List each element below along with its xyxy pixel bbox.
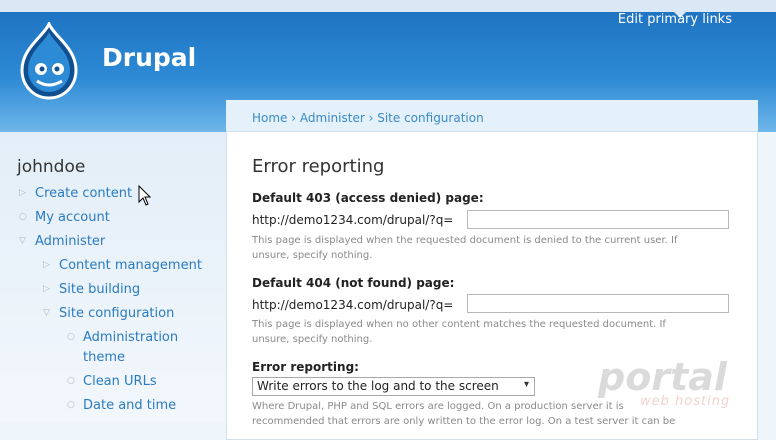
- breadcrumb-separator: ›: [291, 111, 297, 125]
- error-reporting-selected-value: Write errors to the log and to the scree…: [257, 379, 499, 393]
- sidebar-item-administer[interactable]: Administer: [35, 234, 105, 249]
- leaf-circle-icon: ○: [67, 332, 75, 342]
- error-reporting-label: Error reporting:: [252, 360, 359, 374]
- sidebar-item-administration-theme[interactable]: Administration: [83, 330, 178, 345]
- collapsed-triangle-icon: ▷: [43, 260, 50, 270]
- top-strip: [0, 0, 776, 12]
- mouse-pointer-icon: [138, 185, 152, 206]
- sidebar-item-content-management[interactable]: Content management: [59, 258, 202, 273]
- leaf-circle-icon: ○: [19, 212, 27, 222]
- sidebar-item-site-building[interactable]: Site building: [59, 282, 140, 297]
- default-404-description: This page is displayed when no other con…: [252, 319, 666, 345]
- portal-watermark-subtitle: web hosting: [640, 394, 731, 409]
- error-reporting-select[interactable]: Write errors to the log and to the scree…: [252, 377, 535, 396]
- breadcrumb: Home › Administer › Site configuration: [252, 111, 484, 125]
- drupal-drop-logo-icon[interactable]: [18, 22, 80, 100]
- dropdown-arrow-icon: ▾: [523, 379, 529, 390]
- collapsed-triangle-icon: ▷: [19, 188, 26, 198]
- leaf-circle-icon: ○: [67, 400, 75, 410]
- default-403-prefix: http://demo1234.com/drupal/?q=: [252, 213, 454, 227]
- default-403-label: Default 403 (access denied) page:: [252, 191, 484, 205]
- default-403-description: This page is displayed when the requeste…: [252, 235, 678, 261]
- sidebar-item-site-configuration[interactable]: Site configuration: [59, 306, 174, 321]
- sidebar-item-my-account[interactable]: My account: [35, 210, 110, 225]
- sidebar-item-date-and-time[interactable]: Date and time: [83, 398, 176, 413]
- default-404-prefix: http://demo1234.com/drupal/?q=: [252, 298, 454, 312]
- collapsed-triangle-icon: ▷: [43, 284, 50, 294]
- breadcrumb-separator: ›: [368, 111, 374, 125]
- breadcrumb-site-configuration-link[interactable]: Site configuration: [377, 111, 483, 125]
- breadcrumb-administer-link[interactable]: Administer: [300, 111, 365, 125]
- breadcrumb-home-link[interactable]: Home: [252, 111, 287, 125]
- expanded-triangle-icon: ▽: [43, 308, 50, 318]
- edit-primary-links-link[interactable]: Edit primary links: [618, 12, 732, 27]
- default-404-input[interactable]: [467, 294, 729, 313]
- page-title: Error reporting: [252, 156, 385, 177]
- sidebar-item-clean-urls[interactable]: Clean URLs: [83, 374, 157, 389]
- leaf-circle-icon: ○: [67, 376, 75, 386]
- default-403-input[interactable]: [467, 210, 729, 229]
- expanded-triangle-icon: ▽: [19, 236, 26, 246]
- portal-watermark-logo: portal: [598, 355, 727, 399]
- sidebar-username: johndoe: [17, 157, 86, 177]
- sidebar-item-administration-theme-line2[interactable]: theme: [83, 350, 125, 365]
- default-404-label: Default 404 (not found) page:: [252, 276, 455, 290]
- site-name[interactable]: Drupal: [102, 43, 196, 72]
- sidebar-item-create-content[interactable]: Create content: [35, 186, 132, 201]
